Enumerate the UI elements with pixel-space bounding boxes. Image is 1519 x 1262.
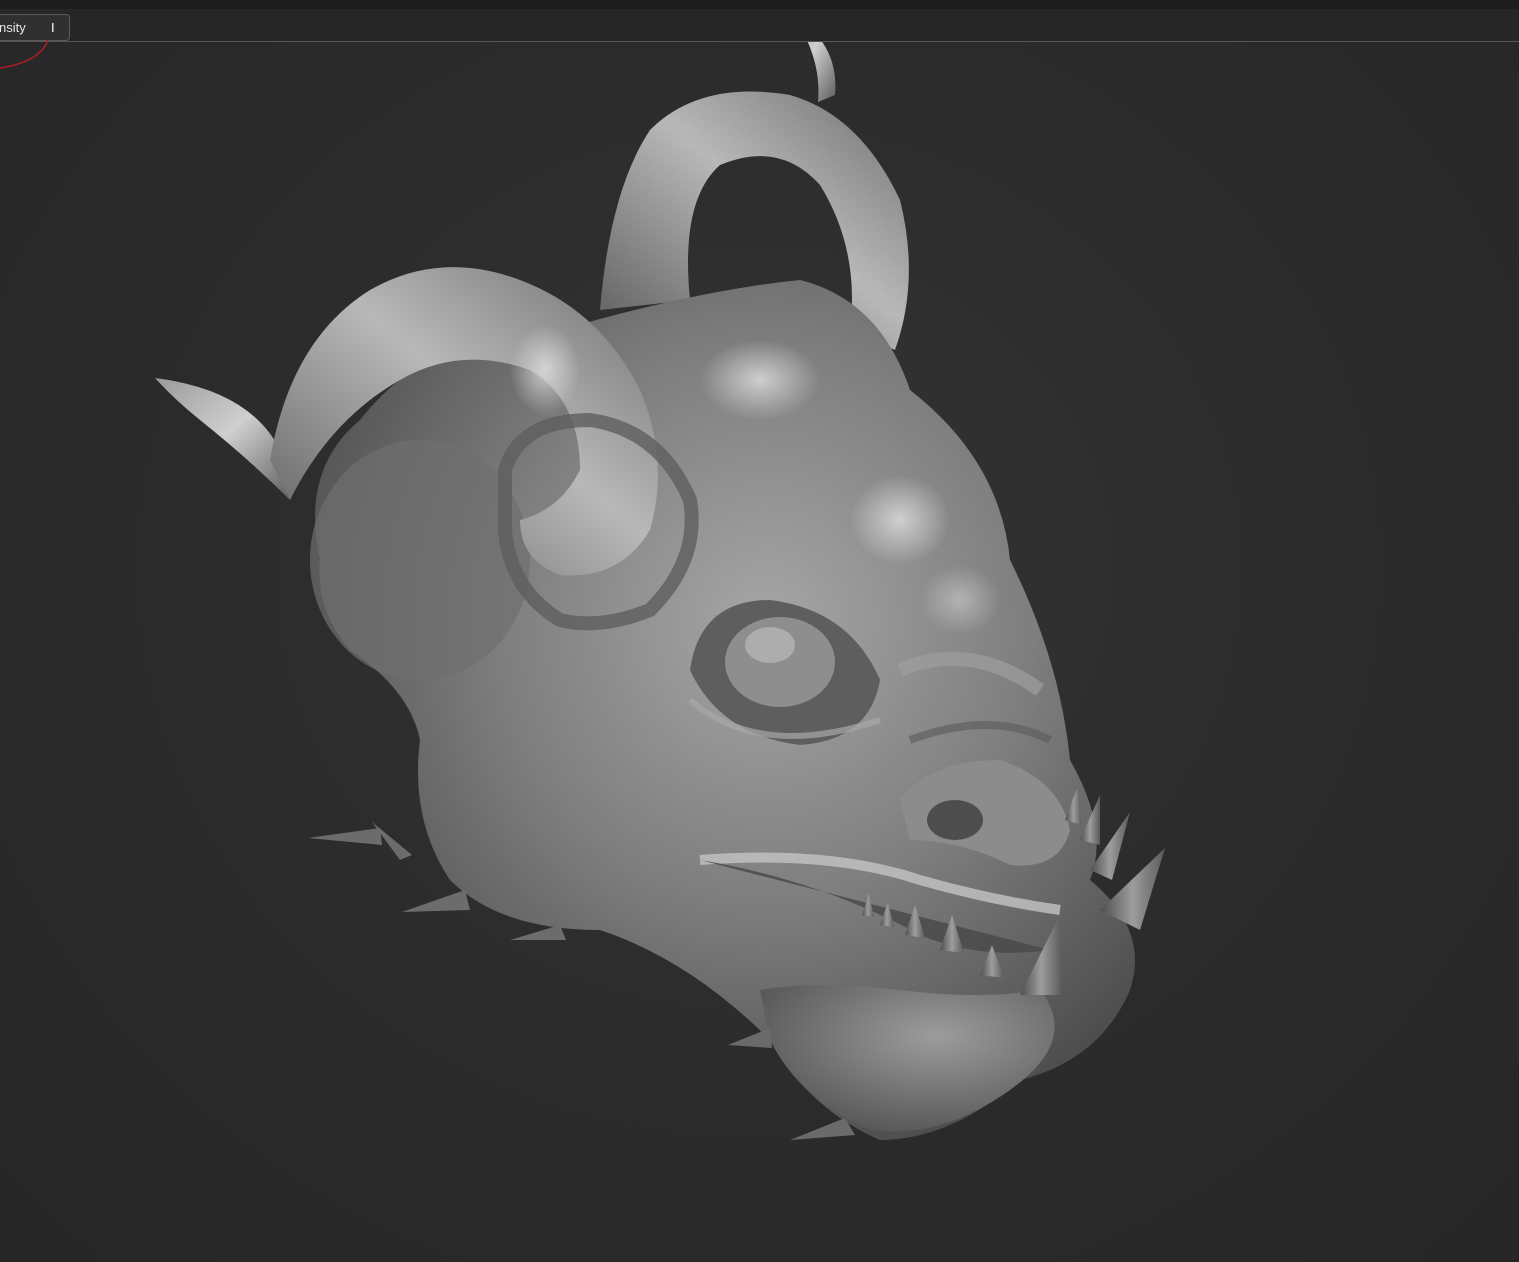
horn-highlight: [510, 325, 580, 415]
intensity-value: I: [51, 20, 55, 35]
cranium-bulge: [310, 440, 530, 680]
sculpt-app-window: nsity I: [0, 0, 1519, 1262]
brow-highlight: [850, 475, 950, 565]
nostril: [927, 800, 983, 840]
demon-head-model[interactable]: [0, 42, 1519, 1262]
horn-tip-front: [155, 378, 290, 500]
intensity-slider[interactable]: nsity I: [0, 14, 70, 41]
3d-viewport[interactable]: [0, 42, 1519, 1262]
top-toolbar: nsity I: [0, 9, 1519, 42]
lower-jaw: [760, 985, 1055, 1132]
forehead-highlight: [700, 340, 820, 420]
intensity-label: nsity: [0, 20, 26, 35]
horn-tip-back: [807, 42, 836, 102]
